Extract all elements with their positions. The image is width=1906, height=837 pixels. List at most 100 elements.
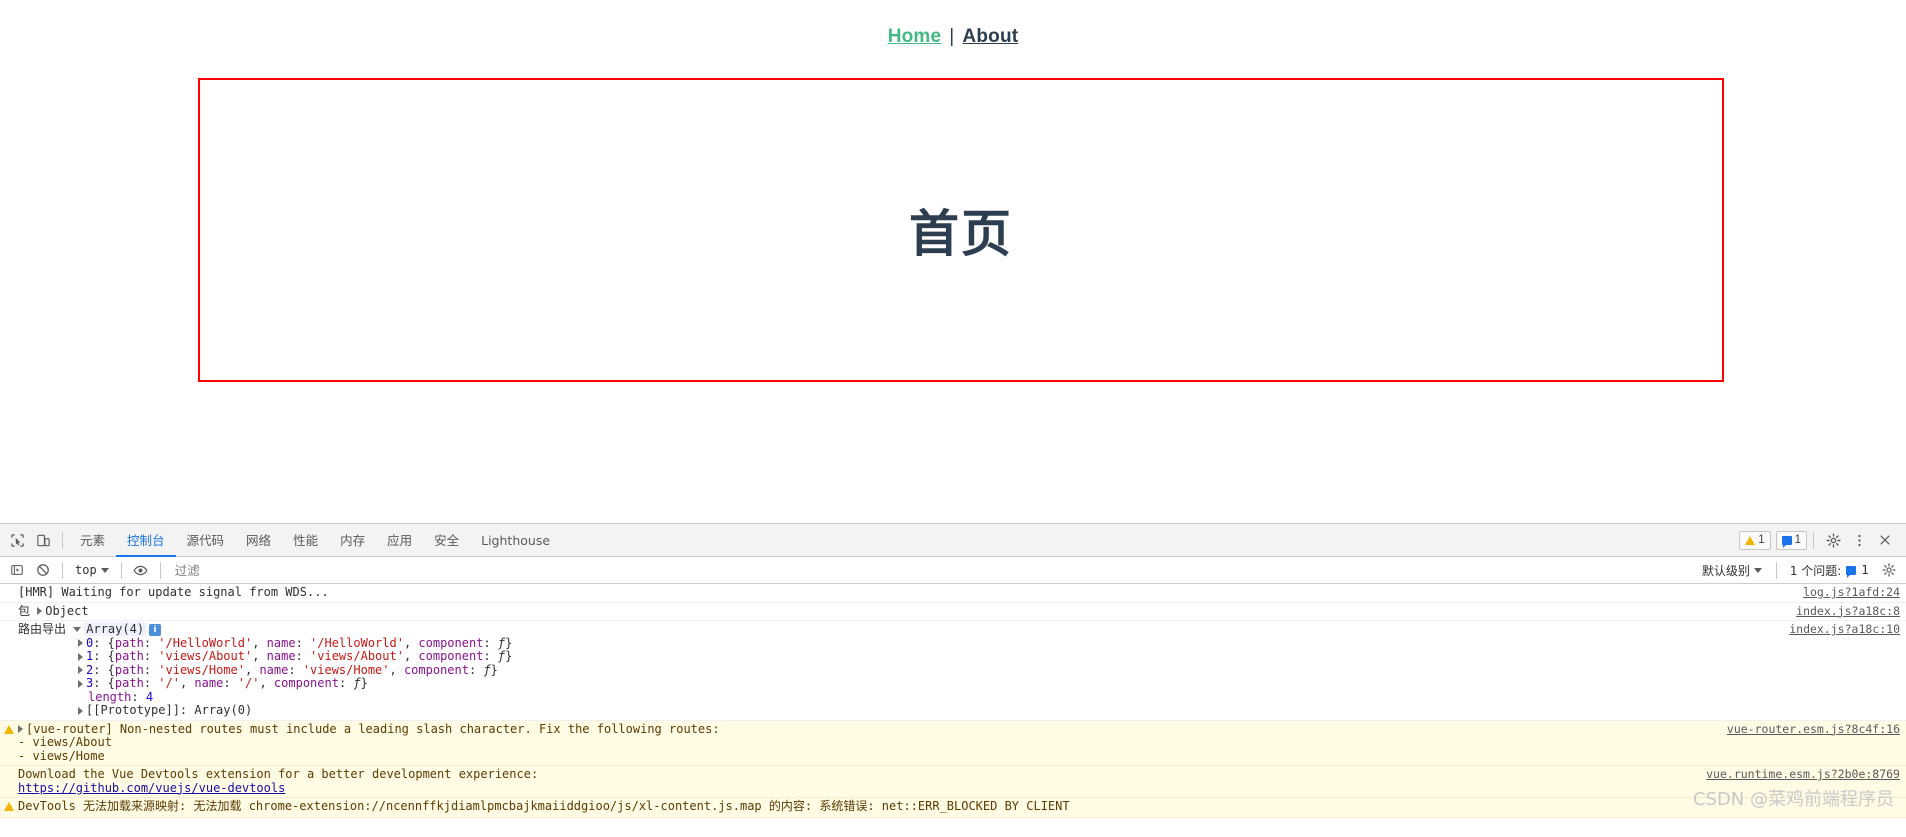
array-entry-0[interactable]: 0: {path: '/HelloWorld', name: '/HelloWo… [78,635,1606,651]
array-prototype-row[interactable]: [[Prototype]]: Array(0) [78,703,1606,718]
inspect-element-icon[interactable] [4,527,30,553]
close-icon[interactable] [1872,527,1898,553]
log-text-sourcemap: DevTools 无法加载来源映射: 无法加载 chrome-extension… [18,799,1070,813]
console-context-label: top [75,563,97,577]
array-entry-name-3: '/' [237,676,260,690]
log-gutter-hint [0,768,18,769]
console-row-sourcemap-warning[interactable]: DevTools 无法加载来源映射: 无法加载 chrome-extension… [0,798,1906,818]
nav-separator: | [949,26,955,47]
expand-arrow-icon-proto[interactable] [78,706,83,715]
log-source-link-object[interactable]: index.js?a18c:8 [1796,604,1900,619]
console-level-select[interactable]: 默认级别 [1694,562,1770,579]
log-source-link-array[interactable]: index.js?a18c:10 [1789,622,1900,637]
tab-elements[interactable]: 元素 [69,524,116,557]
gear-icon[interactable] [1820,527,1846,553]
console-row-array[interactable]: 路由导出 Array(4) i 0: {path: '/HelloWorld', n… [0,621,1906,721]
array-entries: 0: {path: '/HelloWorld', name: '/HelloWo… [18,635,1606,718]
array-entry-path-0: '/HelloWorld' [158,635,253,650]
vue-devtools-link[interactable]: https://github.com/vuejs/vue-devtools [18,781,285,795]
filter-divider-4 [1775,561,1777,579]
log-source-link-runtime[interactable]: vue.runtime.esm.js?2b0e:8769 [1706,767,1900,782]
tab-lighthouse[interactable]: Lighthouse [470,524,561,557]
log-gutter-sourcemap [0,800,18,815]
array-length-key: length [88,689,132,704]
warning-count-label: 1 [1758,534,1765,546]
array-entry-path-2: 'views/Home' [158,662,245,677]
log-text-hmr: [HMR] Waiting for update signal from WDS… [18,585,329,599]
log-text-devtools-hint: Download the Vue Devtools extension for … [18,767,1906,795]
tab-performance[interactable]: 性能 [282,524,329,557]
page-title: 首页 [909,205,1013,263]
array-entry-1[interactable]: 1: {path: 'views/About', name: 'views/Ab… [78,649,1606,664]
array-entry-path-3: '/' [158,676,180,690]
site-navigation: Home | About [0,0,1906,48]
array-prototype-label: [[Prototype]]: Array(0) [86,703,253,717]
array-entry-name-2: 'views/Home' [302,662,390,677]
info-icon[interactable]: i [149,623,162,636]
log-label-routes: 路由导出 [18,622,67,636]
expand-arrow-icon-1[interactable] [78,652,83,661]
filter-divider-2 [120,561,122,579]
nav-link-home[interactable]: Home [886,26,944,47]
filter-divider-1 [62,561,63,579]
tab-sources[interactable]: 源代码 [176,524,236,557]
devtools-tabbar: 元素 控制台 源代码 网络 性能 内存 应用 安全 Lighthouse 1 1 [0,524,1906,557]
console-row-object[interactable]: 包 Object index.js?a18c:8 [0,603,1906,621]
expand-arrow-icon-3[interactable] [78,679,83,688]
tab-console[interactable]: 控制台 [116,524,176,557]
log-object-value[interactable]: Object [45,604,88,618]
array-length-value: 4 [145,689,154,704]
filter-divider-3 [159,561,161,579]
device-toolbar-icon[interactable] [30,527,56,553]
toolbar-divider [62,531,63,549]
console-message-list[interactable]: [HMR] Waiting for update signal from WDS… [0,584,1906,837]
log-hint-message: Download the Vue Devtools extension for … [18,767,539,781]
array-entry-3[interactable]: 3: {path: '/', name: '/', component: ƒ} [78,676,1606,691]
log-text-array: 路由导出 Array(4) i 0: {path: '/HelloWorld', n… [18,622,1906,718]
issues-bubble-icon [1846,565,1857,578]
execute-sidebar-icon[interactable] [4,557,30,583]
tab-network[interactable]: 网络 [235,524,282,557]
log-source-link-router[interactable]: vue-router.esm.js?8c4f:16 [1727,722,1900,737]
console-context-select[interactable]: top [69,560,115,580]
console-row-devtools-hint[interactable]: Download the Vue Devtools extension for … [0,766,1906,798]
expand-arrow-icon-2[interactable] [78,666,83,674]
collapse-arrow-icon[interactable] [73,626,82,632]
message-count-badge[interactable]: 1 [1775,530,1807,550]
warning-triangle-icon [1745,535,1756,545]
expand-arrow-icon-0[interactable] [78,639,83,647]
array-entry-2[interactable]: 2: {path: 'views/Home', name: 'views/Hom… [78,662,1606,678]
issues-count: 1 [1861,563,1869,577]
console-filter-input[interactable] [166,560,1694,580]
console-filter-bar: top 默认级别 1 个问题: 1 [0,557,1906,584]
kebab-menu-icon[interactable] [1846,527,1872,553]
issues-button[interactable]: 1 个问题: 1 [1783,560,1876,580]
home-view-container: 首页 [198,78,1724,382]
expand-arrow-icon[interactable] [37,607,43,615]
issues-label: 1 个问题: [1789,563,1842,578]
message-count-label: 1 [1794,534,1801,546]
warning-count-badge[interactable]: 1 [1739,530,1771,550]
log-label-bao: 包 [18,603,31,618]
clear-console-icon[interactable] [30,557,56,583]
console-level-label: 默认级别 [1701,563,1750,578]
chevron-down-icon [100,567,109,573]
nav-link-about[interactable]: About [960,26,1020,47]
console-row-hmr[interactable]: [HMR] Waiting for update signal from WDS… [0,584,1906,603]
console-settings-gear-icon[interactable] [1876,557,1902,583]
console-row-router-warning[interactable]: [vue-router] Non-nested routes must incl… [0,720,1906,766]
tab-security[interactable]: 安全 [423,524,470,557]
tab-memory[interactable]: 内存 [329,524,376,557]
log-warning-message: [vue-router] Non-nested routes must incl… [18,721,720,763]
toolbar-divider-right [1813,531,1814,549]
log-gutter [0,586,18,587]
expand-arrow-icon-warning[interactable] [18,725,23,733]
array-entry-name-0: '/HelloWorld' [310,635,404,650]
live-expression-icon[interactable] [128,557,154,583]
warning-triangle-icon-row [4,724,14,734]
log-gutter-warning [0,723,18,738]
tab-application[interactable]: 应用 [376,524,423,557]
log-array-value[interactable]: Array(4) [84,622,147,636]
array-entry-name-1: 'views/About' [310,649,404,663]
log-source-link-hmr[interactable]: log.js?1afd:24 [1803,585,1900,600]
